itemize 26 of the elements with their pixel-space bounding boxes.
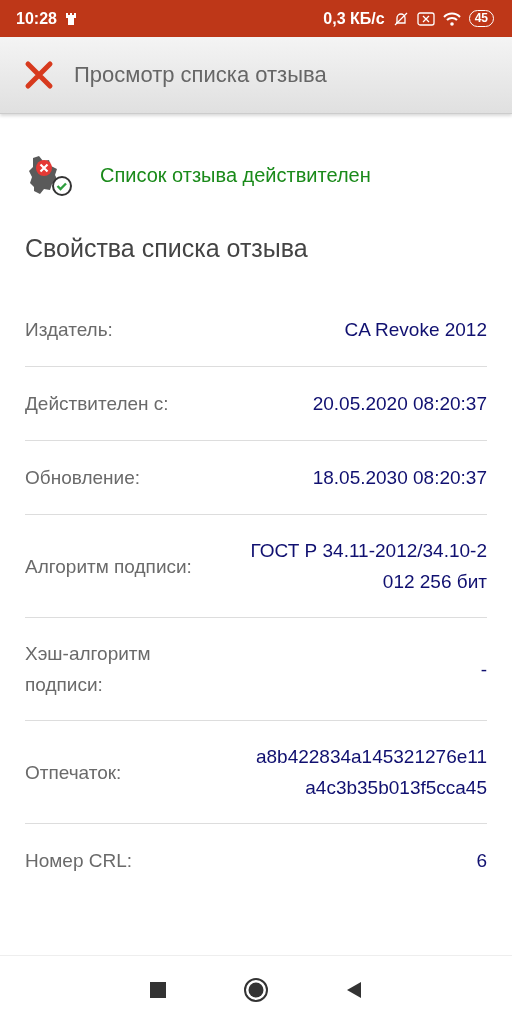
muted-bell-icon <box>392 10 409 27</box>
property-value: ГОСТ Р 34.11-2012/34.10-2012 256 бит <box>249 539 487 594</box>
home-icon[interactable] <box>243 977 269 1003</box>
castle-icon <box>64 11 77 26</box>
property-label: Номер CRL: <box>25 849 134 873</box>
property-label: Алгоритм подписи: <box>25 554 193 579</box>
property-label: Издатель: <box>25 318 114 342</box>
property-value: - <box>479 657 487 682</box>
section-title: Свойства списка отзыва <box>25 234 309 263</box>
property-value: a8b422834a145321276e11a4c3b35b013f5cca45 <box>254 745 487 800</box>
property-value: 20.05.2020 08:20:37 <box>311 392 487 416</box>
validity-status: Список отзыва действителен <box>100 163 371 187</box>
network-speed: 0,3 КБ/с <box>323 9 385 28</box>
property-value: 6 <box>475 849 487 873</box>
status-time: 10:28 <box>16 9 57 28</box>
property-label: Обновление: <box>25 466 141 490</box>
property-value: 18.05.2030 08:20:37 <box>311 466 487 490</box>
property-label: Действителен с: <box>25 392 170 416</box>
sim-x-icon <box>416 11 435 26</box>
recents-icon[interactable] <box>149 981 167 999</box>
property-label: Отпечаток: <box>25 760 123 785</box>
property-label: Хэш-алгоритм подписи: <box>25 642 152 697</box>
toolbar-title: Просмотр списка отзыва <box>74 62 327 88</box>
back-icon[interactable] <box>345 981 363 999</box>
wifi-icon <box>442 11 461 26</box>
property-value: CA Revoke 2012 <box>343 318 487 342</box>
